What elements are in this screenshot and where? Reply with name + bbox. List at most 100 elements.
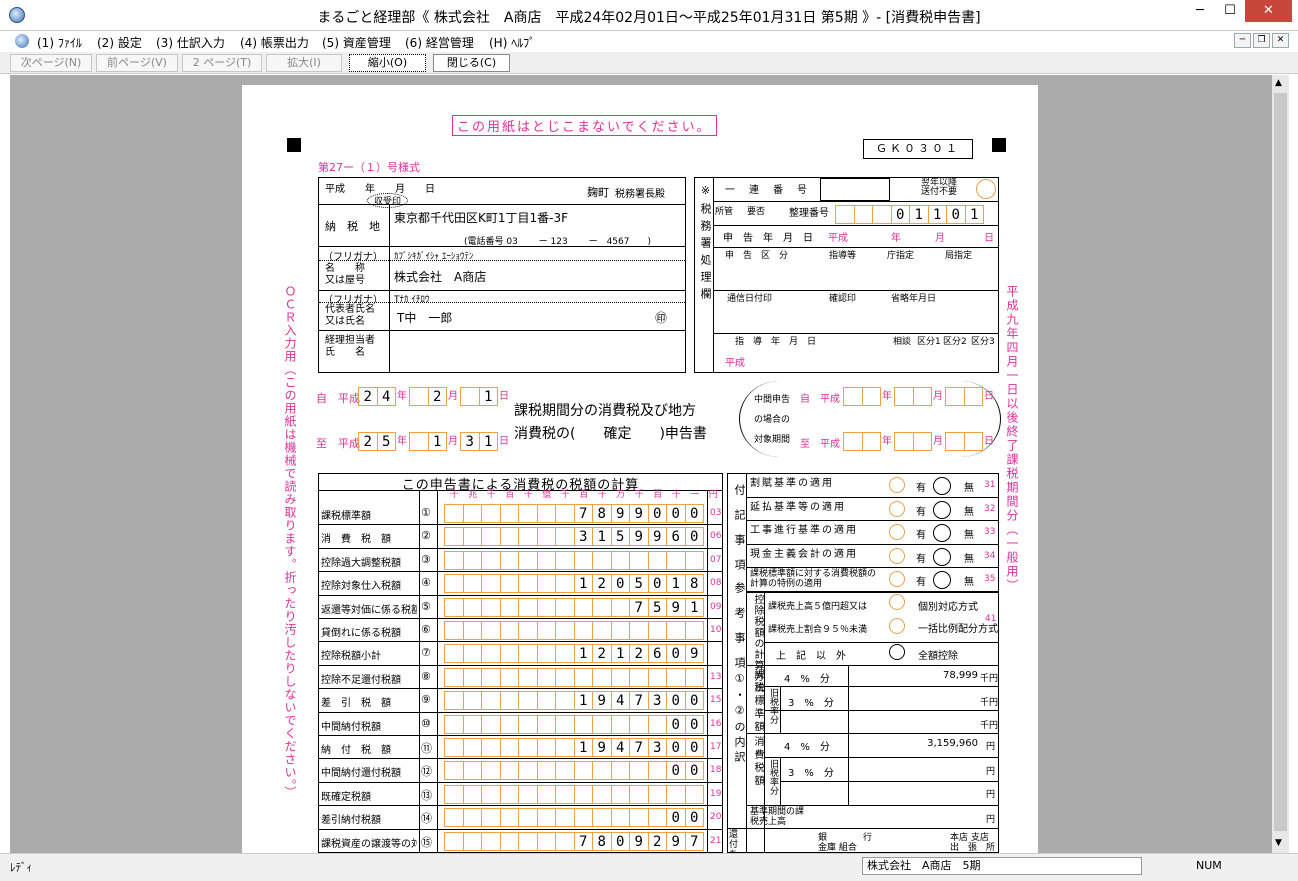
period-cell[interactable]: 2 (427, 387, 447, 406)
amount-cell[interactable] (536, 597, 556, 617)
amount-cell[interactable] (536, 667, 556, 687)
amount-cell[interactable] (481, 714, 501, 734)
amount-cell[interactable] (499, 831, 519, 851)
minimize-button[interactable]: ─ (1185, 0, 1215, 22)
amount-cell[interactable] (592, 667, 612, 687)
scrollbar-thumb[interactable] (1274, 93, 1287, 831)
amount-cell[interactable] (518, 714, 538, 734)
prev-page-button[interactable]: 前ページ(V) (96, 54, 178, 72)
ref-number-cell[interactable] (872, 205, 892, 224)
amount-cell[interactable]: 7 (629, 691, 649, 711)
amount-cell[interactable] (610, 808, 630, 828)
amount-cell[interactable] (555, 574, 575, 594)
amount-cell[interactable] (629, 621, 649, 640)
amount-cell[interactable]: 0 (684, 808, 704, 828)
amount-cell[interactable] (518, 691, 538, 711)
amount-cell[interactable] (444, 691, 464, 711)
amount-cell[interactable] (444, 714, 464, 734)
amount-cell[interactable] (444, 644, 464, 664)
amount-cell[interactable]: 0 (666, 644, 686, 664)
amount-cell[interactable] (499, 621, 519, 640)
amount-cell[interactable] (499, 527, 519, 547)
amount-cell[interactable]: 5 (629, 574, 649, 594)
amount-cell[interactable]: 0 (647, 504, 667, 523)
close-button[interactable]: ✕ (1245, 0, 1292, 22)
amount-cell[interactable]: 1 (666, 574, 686, 594)
amount-cell[interactable] (610, 550, 630, 570)
amount-cell[interactable] (610, 714, 630, 734)
amount-cell[interactable]: 0 (684, 691, 704, 711)
amount-cell[interactable] (573, 808, 593, 828)
amount-cell[interactable] (499, 738, 519, 757)
amount-cell[interactable] (684, 667, 704, 687)
amount-cell[interactable] (555, 761, 575, 781)
period-cell[interactable] (409, 387, 429, 406)
amount-cell[interactable] (481, 644, 501, 664)
amount-cell[interactable]: 9 (592, 691, 612, 711)
amount-cell[interactable] (462, 597, 482, 617)
amount-cell[interactable] (647, 808, 667, 828)
amount-cell[interactable]: 3 (647, 738, 667, 757)
amount-cell[interactable] (444, 831, 464, 851)
amount-cell[interactable] (573, 714, 593, 734)
amount-cell[interactable] (518, 808, 538, 828)
amount-cell[interactable] (629, 667, 649, 687)
amount-cell[interactable] (536, 644, 556, 664)
amount-cell[interactable] (555, 714, 575, 734)
amount-cell[interactable]: 5 (647, 597, 667, 617)
period-cell[interactable]: 2 (358, 432, 378, 451)
amount-cell[interactable] (444, 784, 464, 804)
ref-number-cell[interactable]: 1 (927, 205, 947, 224)
amount-cell[interactable] (518, 527, 538, 547)
amount-cell[interactable]: 0 (684, 738, 704, 757)
amount-cell[interactable] (462, 527, 482, 547)
amount-cell[interactable] (444, 527, 464, 547)
amount-cell[interactable] (555, 527, 575, 547)
period-cell[interactable]: 1 (478, 387, 498, 406)
amount-cell[interactable] (536, 621, 556, 640)
amount-cell[interactable] (610, 667, 630, 687)
amount-cell[interactable] (499, 504, 519, 523)
amount-cell[interactable] (555, 597, 575, 617)
amount-cell[interactable]: 0 (666, 738, 686, 757)
scroll-up-icon[interactable]: ▲ (1275, 78, 1282, 88)
amount-cell[interactable]: 1 (573, 691, 593, 711)
amount-cell[interactable] (481, 784, 501, 804)
method-b-check[interactable] (889, 618, 905, 634)
amount-cell[interactable] (462, 550, 482, 570)
amount-cell[interactable]: 6 (666, 527, 686, 547)
amount-cell[interactable] (684, 550, 704, 570)
amount-cell[interactable] (518, 784, 538, 804)
mdi-restore-button[interactable]: ❐ (1253, 33, 1270, 48)
amount-cell[interactable]: 4 (610, 691, 630, 711)
amount-cell[interactable] (555, 644, 575, 664)
amount-cell[interactable] (555, 550, 575, 570)
period-cell[interactable] (843, 432, 863, 451)
reference-option-check[interactable] (889, 500, 905, 517)
amount-cell[interactable] (518, 761, 538, 781)
period-cell[interactable]: 3 (460, 432, 480, 451)
amount-cell[interactable] (684, 621, 704, 640)
amount-cell[interactable] (647, 621, 667, 640)
amount-cell[interactable] (555, 621, 575, 640)
no-send-check[interactable] (976, 179, 996, 199)
amount-cell[interactable] (444, 597, 464, 617)
amount-cell[interactable]: 9 (629, 831, 649, 851)
amount-cell[interactable] (536, 761, 556, 781)
method-a-check[interactable] (889, 594, 905, 610)
amount-cell[interactable]: 9 (684, 644, 704, 664)
amount-cell[interactable] (518, 621, 538, 640)
amount-cell[interactable]: 1 (573, 644, 593, 664)
amount-cell[interactable] (499, 691, 519, 711)
amount-cell[interactable] (536, 691, 556, 711)
period-cell[interactable] (843, 387, 863, 406)
ref-number-cell[interactable]: 1 (909, 205, 929, 224)
amount-cell[interactable] (462, 761, 482, 781)
amount-cell[interactable]: 1 (592, 527, 612, 547)
amount-cell[interactable] (444, 808, 464, 828)
amount-cell[interactable] (536, 550, 556, 570)
amount-cell[interactable] (481, 621, 501, 640)
amount-cell[interactable] (610, 761, 630, 781)
amount-cell[interactable] (499, 761, 519, 781)
amount-cell[interactable] (444, 504, 464, 523)
